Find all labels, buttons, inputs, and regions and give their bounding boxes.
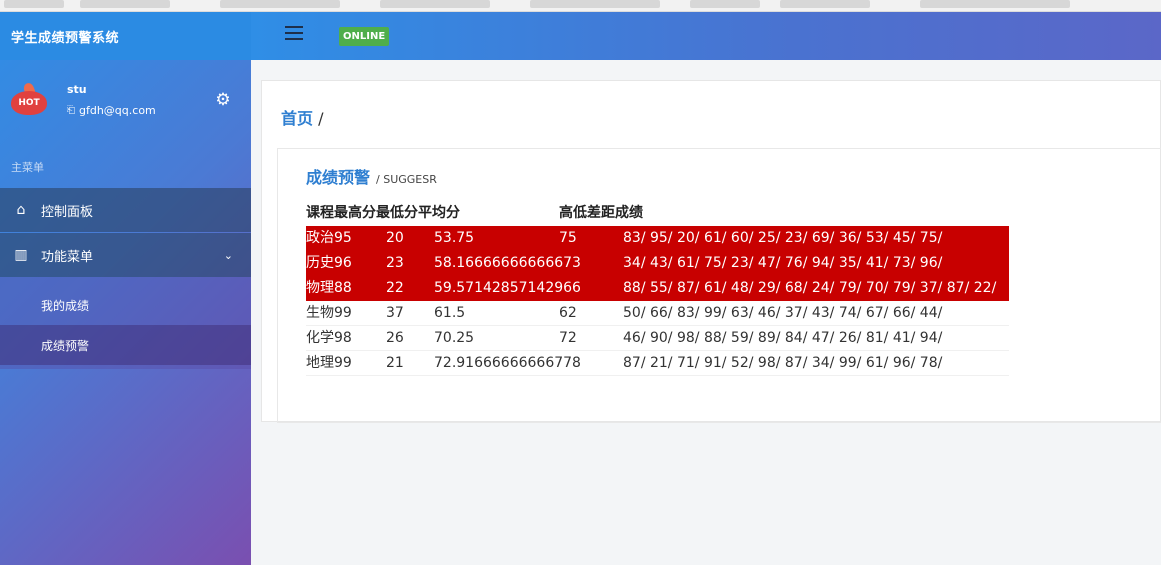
sidebar-item-grade-warning[interactable]: 成绩预警 [0,325,251,365]
cell-scores: 34/ 43/ 61/ 75/ 23/ 47/ 76/ 94/ 35/ 41/ … [623,255,943,271]
cell-diff: 62 [559,305,577,321]
user-panel: HOT stu ⎗ gfdh@qq.com ⚙ [0,60,251,150]
table-row: 化学98 26 70.25 72 46/ 90/ 98/ 88/ 59/ 89/ 84/… [306,326,1009,351]
sidebar-item-label: 控制面板 [41,204,94,220]
sidebar-item-dashboard[interactable]: ⌂ 控制面板 [0,188,251,232]
sign-out-icon[interactable]: ⎗ [67,105,75,116]
cell-course: 生物99 [306,305,352,321]
sidebar-submenu: 我的成绩 成绩预警 [0,277,251,369]
cell-course: 化学98 [306,330,352,346]
cell-min: 21 [386,355,404,371]
cell-scores: 50/ 66/ 83/ 99/ 63/ 46/ 37/ 43/ 74/ 67/ … [623,305,943,321]
cell-avg: 59.57142857142966 [434,280,581,296]
cell-course: 政治95 [306,230,352,246]
table-row: 地理99 21 72.91666666666778 87/ 21/ 71/ 91/ 5… [306,351,1009,376]
cell-diff: 75 [559,230,577,246]
cell-avg: 72.91666666666778 [434,355,581,371]
cell-min: 23 [386,255,404,271]
page-title: 成绩预警 [306,168,371,187]
avatar-badge: HOT [11,91,47,115]
sidebar-item-my-grades[interactable]: 我的成绩 [0,285,251,325]
cell-min: 26 [386,330,404,346]
table-row: 历史96 23 58.16666666666673 34/ 43/ 61/ 75/ 2… [306,251,1009,276]
table-header-row: 课程最高分最低分平均分 高低差距成绩 [306,201,1009,226]
sidebar: 学生成绩预警系统 HOT stu ⎗ gfdh@qq.com ⚙ 主菜单 ⌂ 控… [0,12,251,565]
cell-min: 37 [386,305,404,321]
table-row: 生物99 37 61.5 62 50/ 66/ 83/ 99/ 63/ 46/ 37/ … [306,301,1009,326]
cell-avg: 70.25 [434,330,475,346]
table-row: 物理88 22 59.57142857142966 88/ 55/ 87/ 61/ 4… [306,276,1009,301]
username: stu [67,83,87,96]
cell-course: 地理99 [306,355,352,371]
app-title: 学生成绩预警系统 [0,12,251,60]
user-email-row: ⎗ gfdh@qq.com [67,104,156,117]
section-title: 成绩预警 / SUGGESR [306,164,437,188]
breadcrumb-home[interactable]: 首页 [281,109,313,128]
gear-icon[interactable]: ⚙ [214,91,232,109]
avatar: HOT [11,81,47,115]
books-icon: ▥ [14,247,28,263]
browser-bookmark-bar [0,0,1161,12]
table-header-group-1: 课程最高分最低分平均分 [306,205,460,221]
sidebar-item-label: 功能菜单 [41,249,94,265]
table-header-group-2: 高低差距成绩 [559,205,643,221]
home-icon: ⌂ [16,202,26,218]
top-header: ONLINE [251,12,1161,60]
cell-avg: 53.75 [434,230,475,246]
user-email: gfdh@qq.com [79,104,156,117]
cell-scores: 83/ 95/ 20/ 61/ 60/ 25/ 23/ 69/ 36/ 53/ … [623,230,943,246]
cell-avg: 61.5 [434,305,466,321]
cell-course: 物理88 [306,280,352,296]
menu-toggle-icon[interactable] [285,26,303,42]
cell-min: 22 [386,280,404,296]
chevron-down-icon: ⌄ [223,248,233,262]
menu-label: 主菜单 [11,161,44,174]
cell-min: 20 [386,230,404,246]
cell-course: 历史96 [306,255,352,271]
cell-scores: 46/ 90/ 98/ 88/ 59/ 89/ 84/ 47/ 26/ 81/ … [623,330,943,346]
grade-table: 课程最高分最低分平均分 高低差距成绩 政治95 20 53.75 75 83/ 95/ … [306,201,1009,376]
table-row: 政治95 20 53.75 75 83/ 95/ 20/ 61/ 60/ 25/ 23/… [306,226,1009,251]
content-card: 首页 / 成绩预警 / SUGGESR 课程最高分最低分平均分 高低差距成绩 政… [261,80,1161,423]
grade-warning-panel: 成绩预警 / SUGGESR 课程最高分最低分平均分 高低差距成绩 政治95 20… [277,148,1161,423]
cell-scores: 88/ 55/ 87/ 61/ 48/ 29/ 68/ 24/ 79/ 70/ … [623,280,997,296]
cell-avg: 58.16666666666673 [434,255,581,271]
cell-scores: 87/ 21/ 71/ 91/ 52/ 98/ 87/ 34/ 99/ 61/ … [623,355,943,371]
page-subtitle: / SUGGESR [376,173,437,186]
breadcrumb-separator: / [318,109,324,128]
sidebar-item-function-menu[interactable]: ▥ 功能菜单 ⌄ [0,233,251,277]
breadcrumb: 首页 / [281,105,324,129]
status-badge: ONLINE [339,27,390,46]
cell-diff: 72 [559,330,577,346]
